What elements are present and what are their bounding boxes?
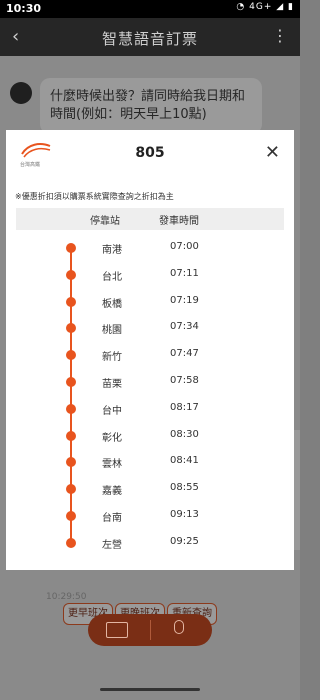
stop-marker <box>66 537 76 548</box>
battery-icon: ▮ <box>288 2 294 12</box>
departure-column-header: 發車時間 <box>159 216 199 227</box>
stop-row: 桃園 07:34 <box>6 317 294 339</box>
stop-marker <box>66 350 76 361</box>
status-time: 10:30 <box>6 2 42 15</box>
app-bar: ‹ 智慧語音訂票 ⋮ <box>0 18 300 56</box>
stop-time: 09:25 <box>170 535 199 547</box>
background-bubble-edge <box>294 430 300 550</box>
stop-row: 台南 09:13 <box>6 505 294 527</box>
more-menu-icon[interactable]: ⋮ <box>272 26 288 45</box>
stop-time: 07:47 <box>170 348 199 360</box>
stop-row: 雲林 08:41 <box>6 451 294 473</box>
schedule-header: 停靠站 發車時間 <box>16 208 284 230</box>
stop-station: 南港 <box>102 245 122 256</box>
stop-marker <box>66 377 76 387</box>
stop-station: 桃園 <box>102 325 122 337</box>
stop-marker <box>66 403 76 414</box>
network-label: 4G+ <box>249 2 273 12</box>
stop-station: 苗栗 <box>102 379 122 390</box>
wifi-icon: ◔ <box>236 2 246 12</box>
stop-station: 彰化 <box>102 432 122 444</box>
stop-marker <box>66 296 76 307</box>
stop-row: 左營 09:25 <box>6 532 294 554</box>
signal-icon: ◢ <box>276 2 285 12</box>
status-icons: ◔ 4G+ ◢ ▮ <box>236 2 294 12</box>
stop-time: 08:41 <box>170 455 199 467</box>
stop-time: 07:11 <box>170 267 199 279</box>
stop-marker <box>66 243 76 253</box>
stop-station: 板橋 <box>102 298 122 310</box>
stop-station: 雲林 <box>102 459 122 471</box>
stop-marker <box>66 457 76 468</box>
logo-label: 台灣高鐵 <box>20 162 41 168</box>
microphone-icon[interactable] <box>174 620 184 634</box>
train-number: 805 <box>135 145 165 161</box>
close-icon[interactable]: ✕ <box>265 142 280 163</box>
bot-message-text: 什麼時候出發？請同時給我日期和時間(例如：明天早上10點) <box>50 89 246 122</box>
stop-time: 07:19 <box>170 294 199 306</box>
stop-marker <box>66 269 76 280</box>
stop-time: 08:30 <box>170 428 199 440</box>
bot-avatar <box>10 82 32 104</box>
stop-row: 板橋 07:19 <box>6 291 294 313</box>
stop-station: 嘉義 <box>102 486 122 498</box>
station-column-header: 停靠站 <box>90 216 120 227</box>
stop-time: 08:17 <box>170 401 199 413</box>
stop-marker <box>66 511 76 521</box>
stop-marker <box>66 430 76 441</box>
stop-row: 新竹 07:47 <box>6 344 294 366</box>
stop-station: 台北 <box>102 271 122 283</box>
stop-station: 左營 <box>102 539 122 551</box>
stop-row: 台中 08:17 <box>6 398 294 420</box>
stop-station: 台中 <box>102 405 122 417</box>
stop-row: 南港 07:00 <box>6 237 294 259</box>
status-bar: 10:30 ◔ 4G+ ◢ ▮ <box>0 0 300 18</box>
bot-message-bubble: 什麼時候出發？請同時給我日期和時間(例如：明天早上10點) <box>40 78 262 134</box>
stop-row: 苗栗 07:58 <box>6 371 294 393</box>
train-schedule-dialog: 台灣高鐵 805 ✕ ※優惠折扣須以購票系統實際查詢之折扣為主 停靠站 發車時間… <box>6 130 294 570</box>
stop-time: 07:00 <box>170 241 199 252</box>
input-divider <box>150 620 151 640</box>
stop-time: 07:58 <box>170 375 199 386</box>
stop-row: 彰化 08:30 <box>6 425 294 447</box>
page-title: 智慧語音訂票 <box>101 30 198 48</box>
stop-row: 台北 07:11 <box>6 264 294 286</box>
stop-station: 台南 <box>102 513 122 524</box>
home-indicator <box>100 688 200 691</box>
stop-row: 嘉義 08:55 <box>6 478 294 500</box>
stop-station: 新竹 <box>102 352 122 364</box>
stop-time: 08:55 <box>170 482 199 494</box>
keyboard-icon[interactable] <box>106 622 128 638</box>
stop-marker <box>66 484 76 495</box>
stop-marker <box>66 323 76 334</box>
discount-note: ※優惠折扣須以購票系統實際查詢之折扣為主 <box>15 192 174 201</box>
stop-time: 07:34 <box>170 321 199 333</box>
stop-time: 09:13 <box>170 509 199 520</box>
input-bar <box>88 614 212 646</box>
